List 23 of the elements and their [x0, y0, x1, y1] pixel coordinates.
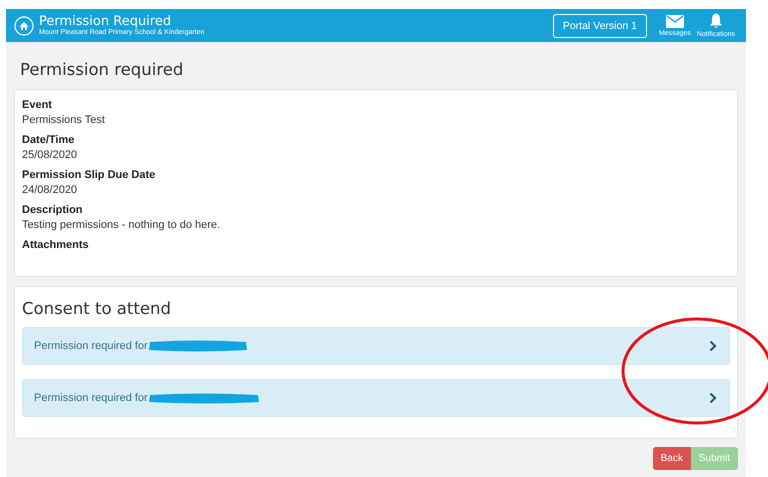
- portal-version-button[interactable]: Portal Version 1: [552, 14, 647, 38]
- page-title: Permission required: [20, 60, 184, 79]
- bell-icon: [708, 13, 723, 29]
- permission-label: Permission required for: [34, 340, 148, 352]
- field-label: Attachments: [22, 238, 90, 253]
- permission-label: Permission required for: [34, 392, 148, 404]
- field-label: Description: [22, 203, 84, 218]
- app-title: Permission Required: [39, 15, 172, 28]
- chevron-right-icon: [709, 392, 717, 404]
- field-value: Permissions Test: [22, 113, 106, 128]
- envelope-icon: [666, 14, 684, 28]
- field-label: Event: [22, 98, 53, 113]
- permission-item[interactable]: Permission required for: [22, 379, 730, 417]
- field-value: 25/08/2020: [22, 148, 78, 163]
- home-icon[interactable]: [14, 16, 34, 36]
- permission-item[interactable]: Permission required for: [22, 327, 730, 365]
- back-button[interactable]: Back: [652, 447, 691, 470]
- section-title: Consent to attend: [22, 299, 172, 318]
- field-label: Date/Time: [22, 133, 76, 148]
- field-value: 24/08/2020: [22, 183, 78, 198]
- chevron-right-icon: [709, 340, 717, 352]
- field-label: Permission Slip Due Date: [22, 168, 156, 183]
- field-value: Testing permissions - nothing to do here.: [22, 218, 222, 233]
